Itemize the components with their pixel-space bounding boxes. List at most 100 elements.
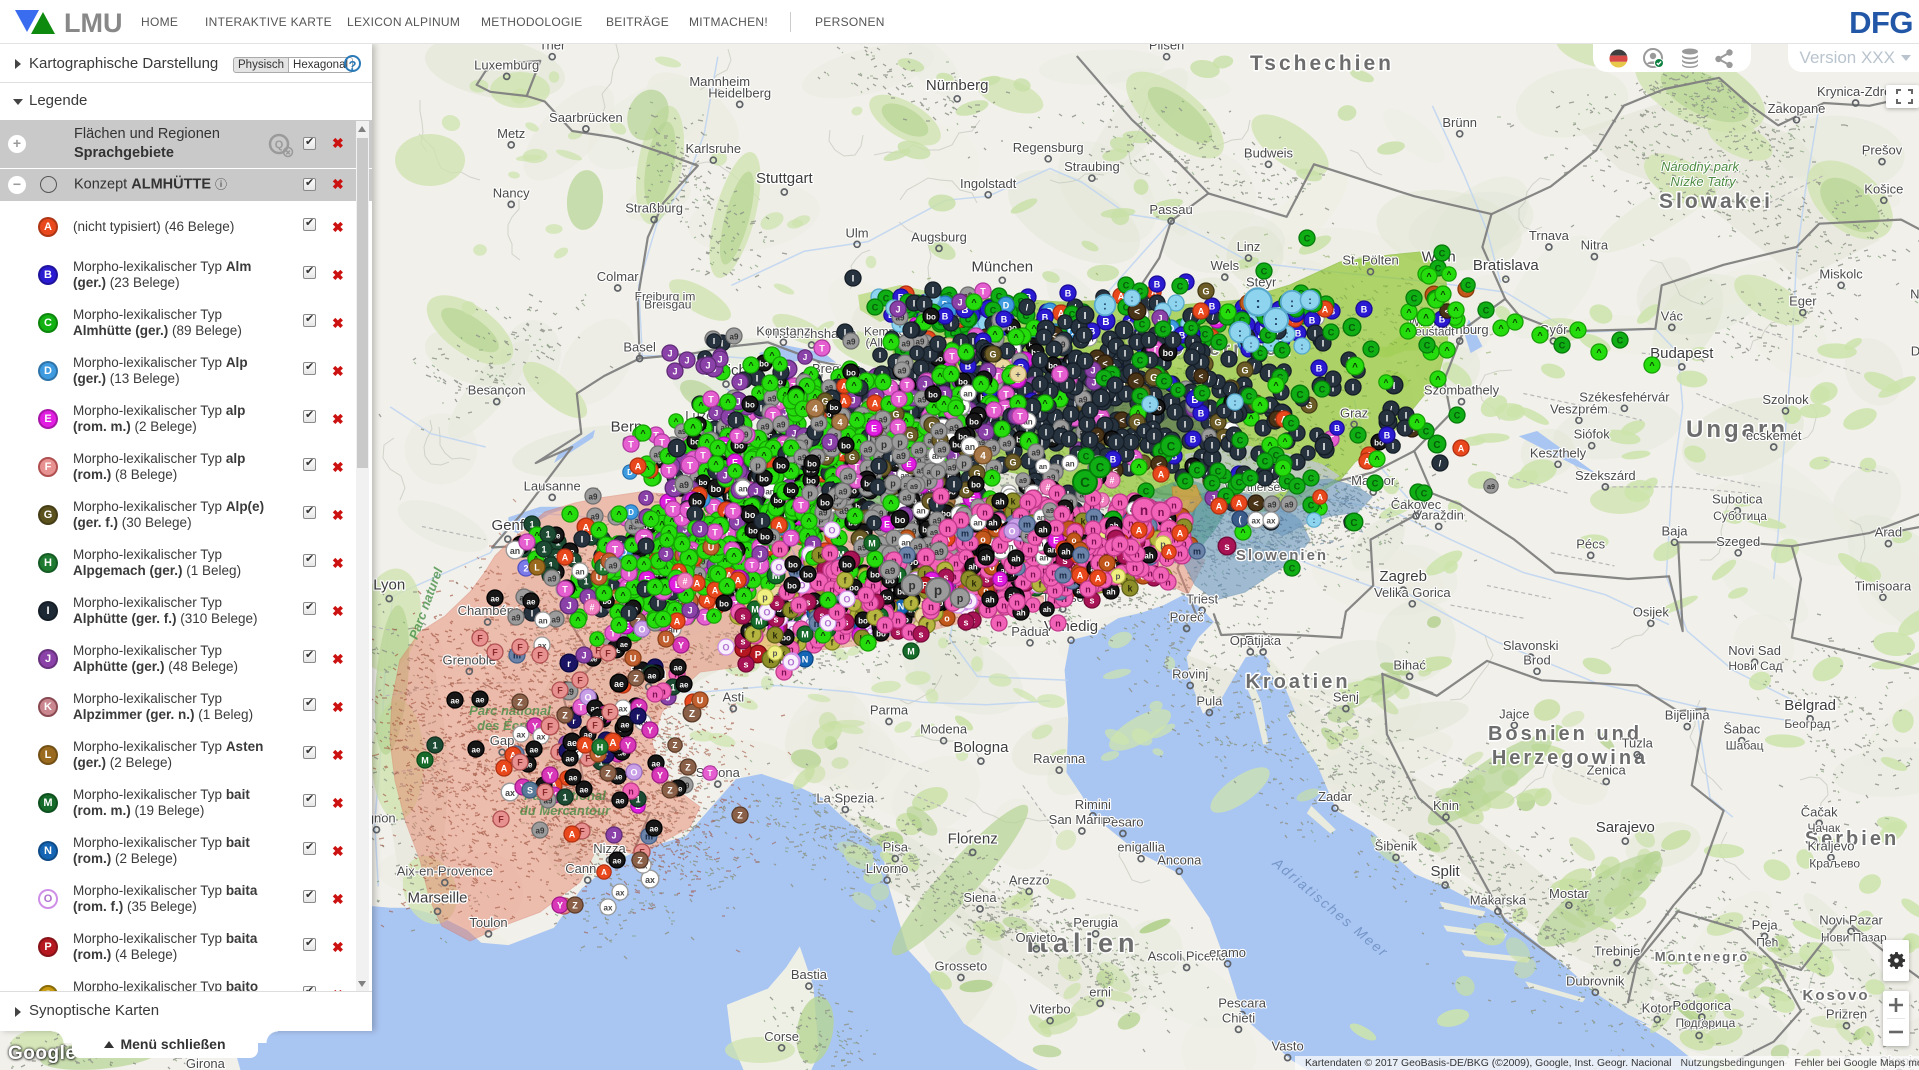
svg-text:Vác: Vác: [1661, 308, 1684, 323]
svg-text:Siena: Siena: [963, 890, 997, 905]
svg-text:Pescara: Pescara: [1218, 996, 1266, 1011]
svg-text:Košice: Košice: [1864, 181, 1903, 196]
svg-text:Split: Split: [1431, 863, 1461, 880]
svg-text:Marseille: Marseille: [407, 889, 467, 906]
svg-text:Prešov: Prešov: [1862, 143, 1903, 158]
svg-text:Zadar: Zadar: [1318, 789, 1353, 804]
svg-text:München: München: [971, 258, 1033, 275]
svg-text:Kraljevo: Kraljevo: [1808, 839, 1855, 854]
svg-text:Pisa: Pisa: [883, 840, 909, 855]
svg-text:Miskolc: Miskolc: [1819, 266, 1863, 281]
svg-text:Podgorica: Podgorica: [1673, 998, 1732, 1013]
svg-text:Lausanne: Lausanne: [524, 478, 581, 493]
svg-text:Wels: Wels: [1210, 258, 1239, 273]
svg-text:Veszprém: Veszprém: [1550, 401, 1608, 416]
svg-text:Nízke Tatry: Nízke Tatry: [1670, 174, 1737, 189]
svg-text:Београд: Београд: [1784, 717, 1830, 731]
svg-text:Asti: Asti: [722, 690, 744, 705]
svg-text:Sarajevo: Sarajevo: [1596, 819, 1655, 836]
svg-text:Stuttgart: Stuttgart: [756, 170, 814, 187]
svg-text:LMU: LMU: [64, 8, 122, 37]
svg-text:Orvieto: Orvieto: [1015, 930, 1057, 945]
svg-text:Montenegro: Montenegro: [1655, 949, 1749, 964]
svg-text:✖: ✖: [285, 150, 291, 157]
svg-text:Karlsruhe: Karlsruhe: [685, 141, 741, 156]
svg-text:Bologna: Bologna: [953, 739, 1009, 756]
svg-text:Нови Сад: Нови Сад: [1728, 659, 1782, 673]
svg-text:Gap: Gap: [490, 733, 515, 748]
svg-text:Пећ: Пећ: [1756, 935, 1778, 949]
svg-text:Brünn: Brünn: [1442, 115, 1477, 130]
svg-text:Debre: Debre: [1911, 344, 1919, 359]
svg-text:Aix-en-Provence: Aix-en-Provence: [397, 864, 493, 879]
svg-text:Makarska: Makarska: [1470, 892, 1527, 907]
svg-text:ecskemét: ecskemét: [1746, 428, 1802, 443]
svg-text:Senj: Senj: [1333, 690, 1359, 705]
svg-text:Q: Q: [275, 139, 284, 151]
svg-text:Rimini: Rimini: [1075, 797, 1111, 812]
svg-text:Pécs: Pécs: [1576, 536, 1605, 551]
svg-text:Graz: Graz: [1340, 405, 1368, 420]
svg-text:La Spezia: La Spezia: [816, 791, 875, 806]
svg-text:Chieti: Chieti: [1222, 1010, 1255, 1025]
svg-text:Суботица: Суботица: [1713, 509, 1767, 523]
svg-text:Straßburg: Straßburg: [625, 201, 683, 216]
svg-text:Nyíre: Nyíre: [1910, 287, 1919, 302]
svg-text:Bihać: Bihać: [1393, 657, 1426, 672]
svg-text:Timişoara: Timişoara: [1855, 578, 1912, 593]
svg-text:Budapest: Budapest: [1650, 345, 1714, 362]
svg-text:Toulon: Toulon: [469, 915, 507, 930]
svg-text:Нови Пазар: Нови Пазар: [1821, 930, 1887, 944]
svg-text:Pilsen: Pilsen: [1149, 44, 1184, 53]
svg-text:Perugia: Perugia: [1073, 915, 1119, 930]
svg-text:Vasto: Vasto: [1271, 1039, 1303, 1054]
svg-text:Belgrad: Belgrad: [1784, 697, 1836, 714]
svg-text:Knin: Knin: [1433, 798, 1459, 813]
svg-text:Szeged: Szeged: [1716, 534, 1760, 549]
svg-text:Pula: Pula: [1196, 694, 1223, 709]
svg-text:Čačak: Čačak: [1801, 804, 1838, 819]
svg-text:Bratislava: Bratislava: [1473, 257, 1540, 274]
svg-text:Kotor: Kotor: [1642, 1001, 1674, 1016]
svg-text:Luxemburg: Luxemburg: [474, 57, 539, 72]
svg-text:Augsburg: Augsburg: [911, 229, 967, 244]
svg-text:Bijeljina: Bijeljina: [1665, 708, 1711, 723]
svg-text:Zenica: Zenica: [1587, 763, 1627, 778]
svg-text:Ingolstadt: Ingolstadt: [960, 176, 1017, 191]
svg-text:Livorno: Livorno: [866, 861, 909, 876]
svg-text:Kosovo: Kosovo: [1802, 987, 1869, 1004]
svg-text:Tuzla: Tuzla: [1622, 736, 1654, 751]
svg-text:Arad: Arad: [1875, 525, 1902, 540]
svg-text:Slowenien: Slowenien: [1236, 547, 1328, 564]
svg-text:Pesaro: Pesaro: [1102, 815, 1143, 830]
svg-text:eramo: eramo: [1209, 945, 1246, 960]
svg-text:Szolnok: Szolnok: [1762, 392, 1809, 407]
svg-text:Mostar: Mostar: [1549, 886, 1589, 901]
svg-text:Straubing: Straubing: [1064, 159, 1120, 174]
svg-text:Trnava: Trnava: [1529, 228, 1570, 243]
svg-text:Saarbrücken: Saarbrücken: [549, 110, 623, 125]
svg-text:Tschechien: Tschechien: [1250, 52, 1394, 75]
svg-text:Colmar: Colmar: [597, 269, 640, 284]
svg-text:Чачак: Чачак: [1808, 821, 1841, 835]
svg-text:Šabac: Šabac: [1723, 722, 1760, 737]
svg-text:Trier: Trier: [539, 44, 566, 53]
svg-text:Ravenna: Ravenna: [1033, 751, 1086, 766]
svg-text:Besançon: Besançon: [468, 383, 526, 398]
svg-text:Poreč: Poreč: [1170, 610, 1204, 625]
svg-text:enigallia: enigallia: [1117, 840, 1165, 855]
svg-text:Opatija: Opatija: [1230, 633, 1272, 648]
svg-text:Grosseto: Grosseto: [935, 959, 988, 974]
svg-text:Velika Gorica: Velika Gorica: [1374, 585, 1451, 600]
svg-text:Passau: Passau: [1149, 202, 1192, 217]
svg-text:Novi Pazar: Novi Pazar: [1819, 912, 1883, 927]
svg-text:St. Pölten: St. Pölten: [1342, 253, 1398, 268]
svg-text:Подгорица: Подгорица: [1676, 1016, 1736, 1030]
svg-text:Modena: Modena: [920, 722, 968, 737]
svg-text:Trebinje: Trebinje: [1594, 944, 1640, 959]
svg-text:Keszthely: Keszthely: [1530, 445, 1587, 460]
svg-text:Dubrovnik: Dubrovnik: [1566, 973, 1625, 988]
svg-text:Subotica: Subotica: [1712, 492, 1763, 507]
svg-text:Metz: Metz: [497, 126, 525, 141]
svg-text:Breisgau: Breisgau: [644, 297, 691, 311]
